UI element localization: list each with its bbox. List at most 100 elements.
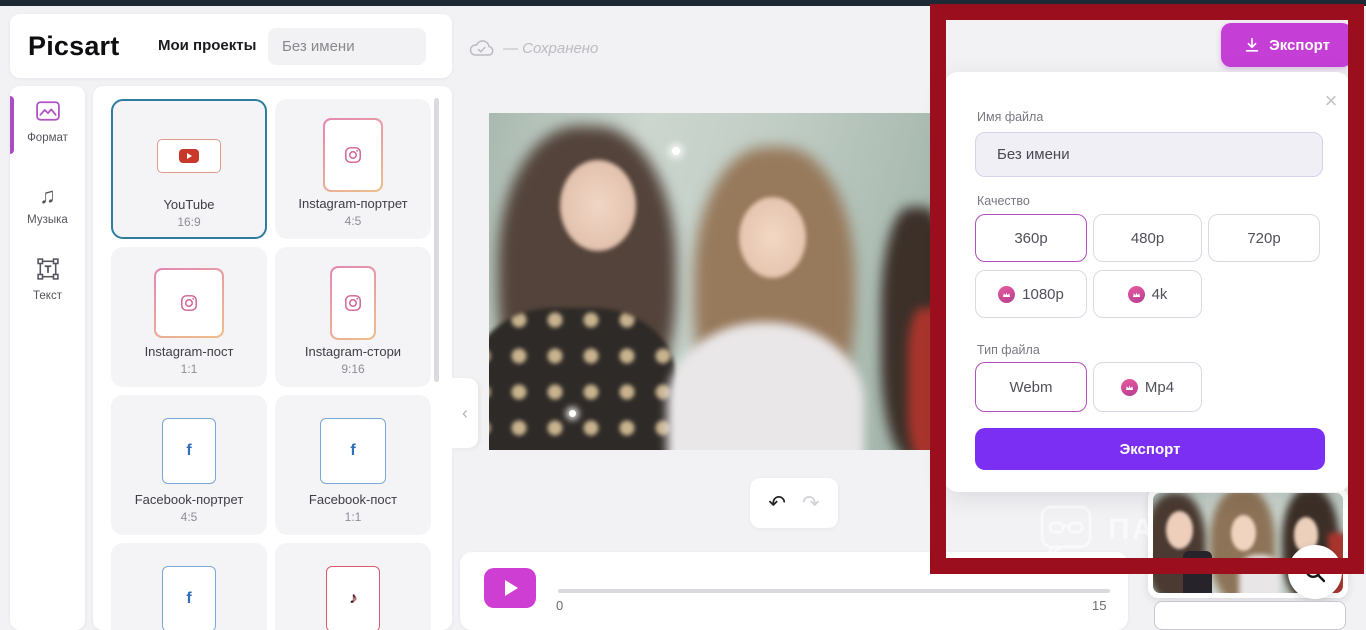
tile-label: Instagram-пост — [144, 344, 234, 359]
premium-crown-icon — [1127, 285, 1145, 303]
picsart-logo: Picsart — [28, 31, 120, 61]
export-submit-button[interactable]: Экспорт — [975, 428, 1325, 470]
instagram-frame-shape — [156, 270, 222, 336]
tile-label: Facebook-портрет — [134, 492, 244, 507]
project-name-input[interactable] — [268, 28, 426, 65]
facebook-icon: f — [186, 442, 192, 459]
quality-option-1080p[interactable]: 1080p — [975, 270, 1087, 318]
undo-redo-group: ↶ ↷ — [750, 478, 838, 528]
file-type-option-mp4[interactable]: Mp4 — [1093, 362, 1202, 412]
site-watermark: ПА — [1038, 503, 1155, 557]
quality-option-360p[interactable]: 360p — [975, 214, 1087, 262]
facebook-icon: f — [186, 590, 192, 607]
tile-ratio: 9:16 — [341, 362, 365, 376]
format-tile-facebook-extra[interactable]: f — [111, 543, 267, 630]
format-tile-instagram-portrait[interactable]: Instagram-портрет 4:5 — [275, 99, 431, 239]
file-type-option-label: Webm — [1009, 378, 1053, 396]
instagram-frame-shape — [325, 120, 381, 190]
file-type-option-webm[interactable]: Webm — [975, 362, 1087, 412]
tile-ratio: 16:9 — [177, 215, 201, 229]
export-header-button[interactable]: Экспорт — [1221, 23, 1352, 67]
youtube-play-icon — [179, 149, 199, 163]
format-tile-facebook-portrait[interactable]: f Facebook-портрет 4:5 — [111, 395, 267, 535]
instagram-frame-shape — [332, 268, 374, 338]
instagram-icon — [181, 295, 197, 311]
file-name-label: Имя файла — [977, 110, 1044, 124]
tile-label: Instagram-портрет — [298, 196, 408, 211]
sidebar-item-format[interactable]: Формат — [10, 100, 85, 144]
facebook-icon: f — [350, 442, 356, 459]
tile-ratio: 4:5 — [180, 510, 198, 524]
tiktok-icon: ♪ — [349, 590, 357, 607]
format-icon — [10, 100, 85, 128]
quality-option-label: 4k — [1151, 285, 1168, 303]
quality-option-label: 480p — [1130, 229, 1165, 247]
quality-option-label: 1080p — [1022, 285, 1064, 303]
format-tile-instagram-post[interactable]: Instagram-пост 1:1 — [111, 247, 267, 387]
quality-option-label: 360p — [1014, 229, 1048, 247]
zoom-preview-button[interactable] — [1288, 545, 1342, 599]
magnifier-icon — [1305, 562, 1326, 583]
browser-top-strip — [0, 0, 1366, 6]
video-preview-canvas[interactable] — [489, 113, 935, 450]
format-tile-facebook-post[interactable]: f Facebook-пост 1:1 — [275, 395, 431, 535]
tile-label: YouTube — [163, 197, 215, 212]
quality-option-720p[interactable]: 720p — [1208, 214, 1320, 262]
timeline-panel: 0 15 — [460, 552, 1128, 630]
sidebar-item-label: Текст — [33, 290, 62, 302]
header: Picsart Мои проекты — [10, 14, 452, 78]
sidebar-item-text[interactable]: Текст — [10, 258, 85, 302]
bottom-right-field[interactable] — [1154, 601, 1346, 630]
file-name-input[interactable] — [975, 132, 1323, 177]
sidebar-item-label: Формат — [27, 132, 68, 144]
save-status-text: — Сохранено — [503, 39, 599, 57]
facebook-frame-shape: f — [162, 566, 216, 630]
timeline-end-label: 15 — [1092, 598, 1107, 613]
premium-crown-icon — [1120, 378, 1138, 396]
play-button[interactable] — [484, 568, 536, 608]
redo-button[interactable]: ↷ — [802, 493, 820, 514]
quality-option-480p[interactable]: 480p — [1093, 214, 1202, 262]
music-icon: ♫ — [39, 183, 56, 208]
watermark-glasses-logo — [1040, 505, 1092, 557]
file-type-option-label: Mp4 — [1144, 378, 1175, 396]
facebook-frame-shape: f — [162, 418, 216, 484]
tile-label: Instagram-стори — [304, 344, 402, 359]
format-tile-instagram-story[interactable]: Instagram-стори 9:16 — [275, 247, 431, 387]
download-icon — [1245, 37, 1259, 52]
close-icon[interactable]: × — [1320, 90, 1342, 112]
picsart-video-editor: Picsart Мои проекты Формат ♫ Музыка — [0, 0, 1366, 630]
quality-option-label: 720p — [1247, 229, 1281, 247]
premium-crown-icon — [998, 285, 1016, 303]
chevron-left-icon: ‹ — [462, 402, 468, 423]
export-dialog: × Имя файла Качество 360p 480p 720p 1080… — [944, 72, 1350, 492]
format-tile-tiktok[interactable]: ♪ — [275, 543, 431, 630]
undo-button[interactable]: ↶ — [768, 493, 786, 514]
save-status: — Сохранено — [468, 38, 598, 58]
cloud-check-icon — [469, 40, 494, 56]
instagram-icon — [345, 295, 361, 311]
facebook-frame-shape: f — [320, 418, 386, 484]
format-tile-youtube[interactable]: YouTube 16:9 — [111, 99, 267, 239]
text-icon — [10, 258, 85, 286]
quality-label: Качество — [977, 194, 1030, 208]
youtube-frame-shape — [157, 139, 221, 173]
tile-ratio: 1:1 — [180, 362, 198, 376]
my-projects-link[interactable]: Мои проекты — [158, 37, 256, 54]
timeline-track[interactable] — [558, 589, 1110, 593]
tool-sidebar: Формат ♫ Музыка Текст — [10, 86, 85, 630]
format-tile-grid: YouTube 16:9 Instagram-портрет 4:5 Insta… — [111, 99, 431, 630]
panel-collapse-tab[interactable]: ‹ — [452, 378, 478, 448]
tile-ratio: 1:1 — [344, 510, 362, 524]
tile-label: Facebook-пост — [308, 492, 398, 507]
sidebar-item-music[interactable]: ♫ Музыка — [10, 182, 85, 226]
panel-scrollbar[interactable] — [434, 98, 439, 382]
tiktok-frame-shape: ♪ — [326, 566, 380, 630]
format-panel: YouTube 16:9 Instagram-портрет 4:5 Insta… — [93, 86, 452, 630]
instagram-icon — [345, 147, 361, 163]
tile-ratio: 4:5 — [344, 214, 362, 228]
quality-option-4k[interactable]: 4k — [1093, 270, 1202, 318]
export-header-label: Экспорт — [1269, 36, 1330, 54]
file-type-label: Тип файла — [977, 343, 1040, 357]
timeline-start-label: 0 — [556, 598, 564, 613]
